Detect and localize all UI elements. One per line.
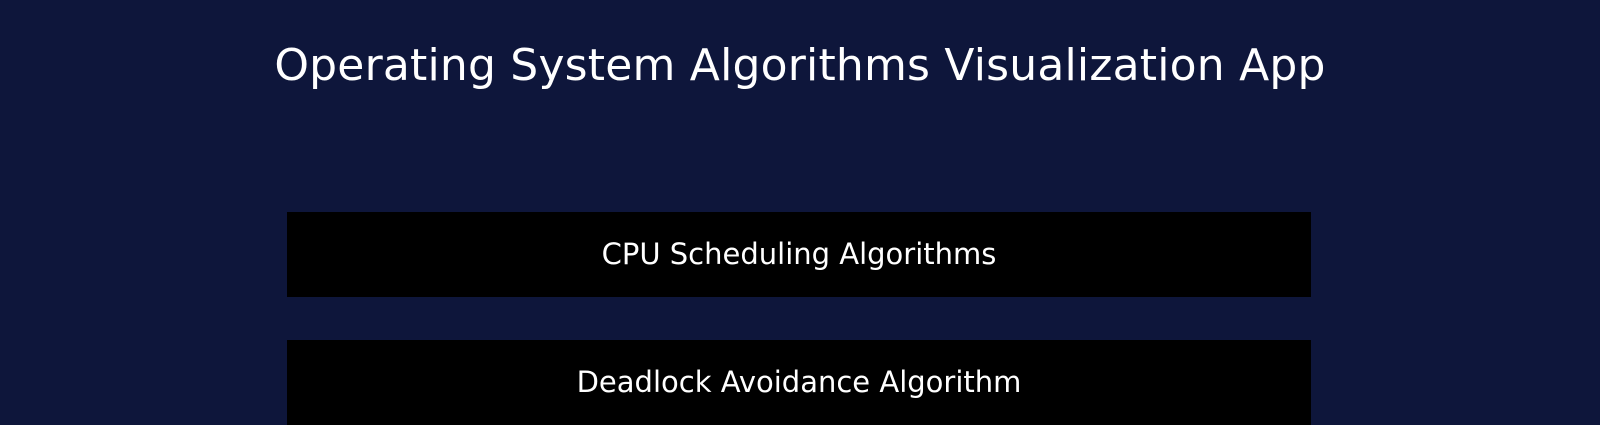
page-title: Operating System Algorithms Visualizatio… [274, 40, 1326, 91]
cpu-scheduling-button[interactable]: CPU Scheduling Algorithms [287, 212, 1311, 297]
deadlock-avoidance-button[interactable]: Deadlock Avoidance Algorithm [287, 340, 1311, 425]
